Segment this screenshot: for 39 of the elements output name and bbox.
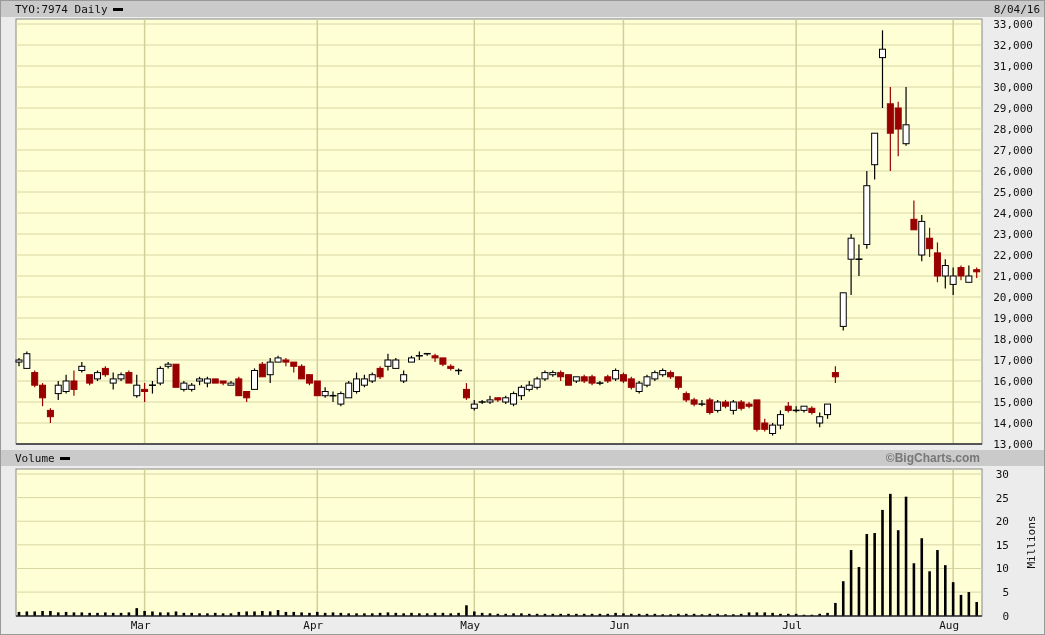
axis-label: 10 — [995, 562, 1009, 576]
credit-text: ©BigCharts.com — [885, 451, 980, 465]
axis-label: 22,000 — [993, 249, 1033, 262]
month-label: Jul — [782, 619, 803, 632]
axis-label: 30,000 — [993, 81, 1033, 94]
axis-label: 20,000 — [993, 291, 1033, 304]
axis-label: 33,000 — [993, 18, 1033, 31]
axis-label: 16,000 — [993, 375, 1033, 388]
axis-label: 25,000 — [993, 186, 1033, 199]
axis-label: 26,000 — [993, 165, 1033, 178]
axis-label: 24,000 — [993, 207, 1033, 220]
month-label: Aug — [939, 619, 960, 632]
axis-label: 15 — [995, 538, 1009, 552]
axis-label: 0 — [1002, 609, 1009, 623]
axis-label: 21,000 — [993, 270, 1033, 283]
axis-label: 5 — [1002, 586, 1009, 600]
axis-label: 25 — [995, 491, 1009, 505]
axis-label: 17,000 — [993, 354, 1033, 367]
month-label: Apr — [303, 619, 324, 632]
chart-title: TYO:7974 Daily — [15, 2, 108, 16]
axis-label: 13,000 — [993, 438, 1033, 450]
axis-label: 28,000 — [993, 123, 1033, 136]
chart-date: 8/04/16 — [993, 2, 1040, 16]
month-label: Mar — [130, 619, 151, 632]
axis-label: 20 — [995, 515, 1009, 529]
axis-label: 27,000 — [993, 144, 1033, 157]
axis-label: 15,000 — [993, 396, 1033, 409]
axis-title: Millions — [1025, 515, 1038, 569]
axis-label: 23,000 — [993, 228, 1033, 241]
volume-title: Volume — [15, 451, 55, 465]
axis-label: 19,000 — [993, 312, 1033, 325]
axis-label: 32,000 — [993, 39, 1033, 52]
month-label: Jun — [609, 619, 630, 632]
axis-label: 29,000 — [993, 102, 1033, 115]
month-label: May — [460, 619, 481, 632]
axis-label: 31,000 — [993, 60, 1033, 73]
axis-label: 18,000 — [993, 333, 1033, 346]
axis-label: 14,000 — [993, 417, 1033, 430]
axis-label: 30 — [995, 468, 1009, 481]
